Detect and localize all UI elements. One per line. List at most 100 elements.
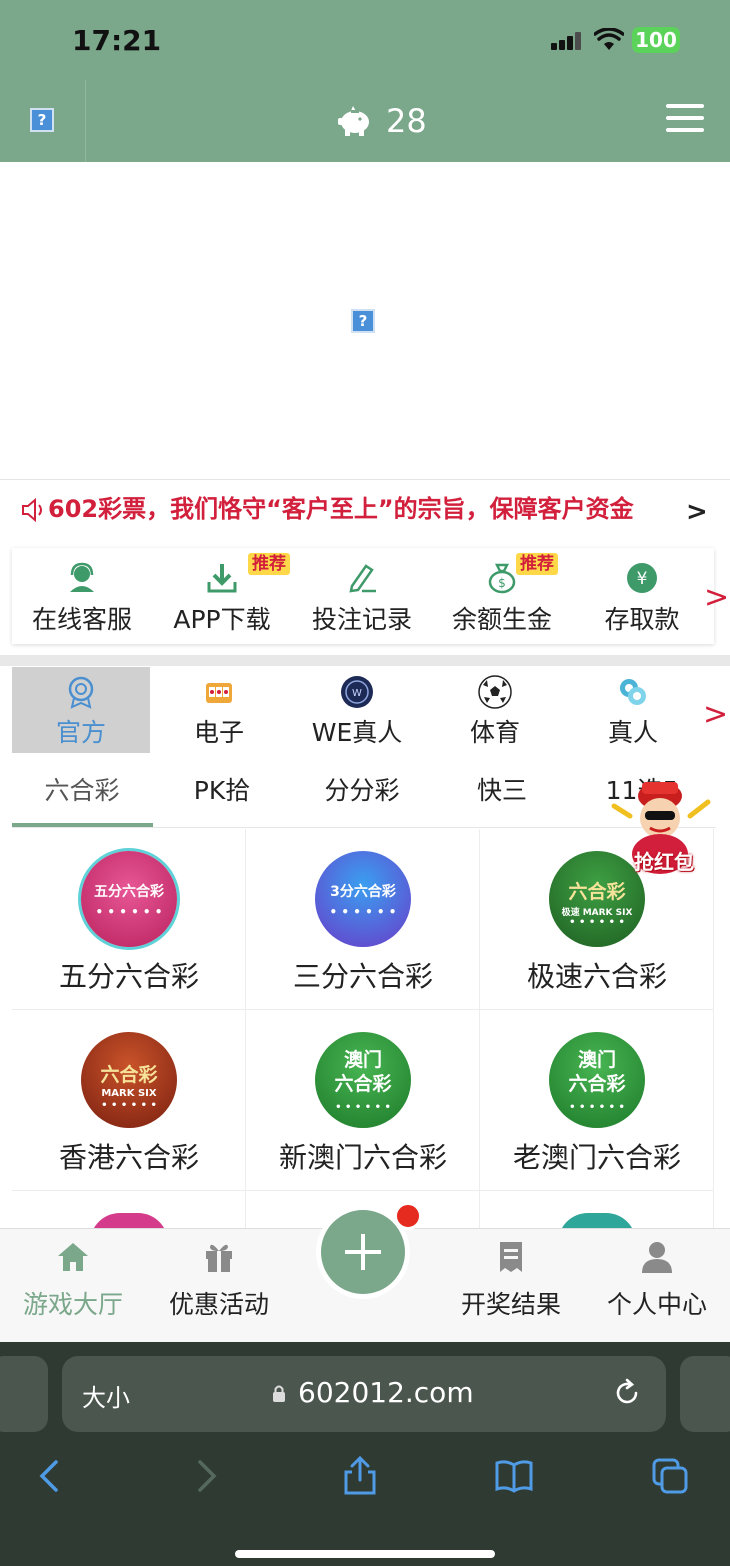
- category-label: 官方: [55, 718, 106, 747]
- game-logo: 六合彩 MARK SIX • • • • • •: [81, 1032, 177, 1128]
- quick-item-label: 余额生金: [451, 605, 552, 634]
- category-official[interactable]: 官方: [12, 667, 150, 753]
- header-count: 28: [386, 102, 427, 140]
- game-name: 香港六合彩: [58, 1141, 199, 1174]
- person-icon: [642, 1242, 672, 1273]
- subtab-pk10[interactable]: PK拾: [152, 754, 292, 828]
- chevron-right-icon[interactable]: >: [686, 497, 708, 527]
- game-name: 新澳门六合彩: [278, 1141, 447, 1174]
- broken-image-icon[interactable]: ?: [30, 108, 54, 132]
- notice-marquee[interactable]: 602彩票，我们恪守“客户至上”的宗旨，保障客户资金 >: [0, 481, 730, 539]
- signal-icon: [551, 32, 585, 50]
- notice-text: 602彩票，我们恪守“客户至上”的宗旨，保障客户资金: [48, 495, 634, 523]
- screen: 17:21 100 ? 28 ? 602彩票，我们恪守“客户至上”的宗旨，保障客…: [0, 0, 730, 1566]
- text-size-button[interactable]: 大小: [82, 1378, 130, 1413]
- tab-game-lobby[interactable]: 游戏大厅: [0, 1229, 146, 1343]
- category-live[interactable]: 真人: [564, 667, 702, 753]
- game-tile[interactable]: [480, 1191, 714, 1243]
- red-envelope-float[interactable]: 抢红包: [604, 776, 720, 888]
- quick-item-balance-interest[interactable]: $ 推荐 余额生金: [432, 548, 572, 644]
- category-label: 电子: [193, 718, 244, 747]
- quick-menu: 在线客服 推荐 APP下载 投注记录 $ 推荐 余额生金 ¥ 存取款: [12, 548, 714, 644]
- back-icon[interactable]: [30, 1456, 70, 1496]
- game-logo: 澳门 六合彩 • • • • • •: [549, 1032, 645, 1128]
- tab-label: 开奖结果: [460, 1290, 561, 1319]
- category-label: WE真人: [311, 718, 403, 747]
- quick-item-app-download[interactable]: 推荐 APP下载: [152, 548, 292, 644]
- header-balance[interactable]: 28: [336, 100, 427, 142]
- home-indicator: [235, 1550, 495, 1558]
- section-divider: [0, 655, 730, 666]
- speaker-icon: [22, 497, 42, 523]
- tab-label: 个人中心: [606, 1290, 707, 1319]
- category-label: 体育: [469, 718, 520, 747]
- quick-item-label: APP下载: [173, 605, 271, 634]
- tab-label: 游戏大厅: [22, 1290, 123, 1319]
- game-name: 三分六合彩: [292, 960, 433, 993]
- svg-text:W: W: [352, 688, 362, 699]
- header-divider: [85, 80, 86, 162]
- game-tile[interactable]: 3分六合彩 • • • • • • 三分六合彩: [246, 829, 480, 1010]
- game-tile[interactable]: 澳门 六合彩 • • • • • • 新澳门六合彩: [246, 1010, 480, 1191]
- we-logo-icon: W: [341, 676, 373, 708]
- forward-icon[interactable]: [186, 1456, 226, 1496]
- game-logo: 五分六合彩 • • • • • •: [81, 851, 177, 947]
- piggy-bank-icon: [338, 106, 369, 136]
- tabs-icon[interactable]: [650, 1456, 690, 1496]
- category-electronic[interactable]: 电子: [150, 667, 288, 753]
- category-sports[interactable]: 体育: [426, 667, 564, 753]
- share-icon[interactable]: [340, 1456, 380, 1496]
- quick-item-deposit-withdraw[interactable]: ¥ 存取款: [572, 548, 712, 644]
- chevron-right-icon[interactable]: >: [704, 580, 729, 615]
- battery-indicator: 100: [632, 27, 680, 53]
- bookmarks-icon[interactable]: [494, 1456, 534, 1496]
- tab-draw-results[interactable]: 开奖结果: [438, 1229, 584, 1343]
- game-name: 极速六合彩: [526, 960, 667, 993]
- active-tab-indicator: [12, 823, 153, 827]
- svg-text:$: $: [498, 576, 506, 590]
- tab-promotions[interactable]: 优惠活动: [146, 1229, 292, 1343]
- chips-icon: [620, 679, 646, 705]
- download-icon: [207, 564, 237, 593]
- reload-icon[interactable]: [612, 1378, 642, 1408]
- lock-icon: [273, 1385, 285, 1402]
- status-time: 17:21: [72, 24, 162, 57]
- tab-profile[interactable]: 个人中心: [584, 1229, 730, 1343]
- quick-item-customer-service[interactable]: 在线客服: [12, 548, 152, 644]
- quick-item-bet-records[interactable]: 投注记录: [292, 548, 432, 644]
- game-name: 老澳门六合彩: [512, 1141, 681, 1174]
- notification-dot: [394, 1202, 422, 1230]
- address-bar[interactable]: 大小 602012.com: [62, 1356, 666, 1432]
- chevron-right-icon[interactable]: >: [703, 697, 728, 732]
- category-we-live[interactable]: W WE真人: [288, 667, 426, 753]
- quick-item-label: 存取款: [604, 605, 680, 634]
- wifi-icon: [594, 28, 624, 50]
- game-tile[interactable]: [12, 1191, 246, 1243]
- app-header: 17:21 100 ? 28: [0, 0, 730, 162]
- subtab-fast-three[interactable]: 快三: [432, 754, 572, 828]
- url-text: 602012.com: [298, 1376, 474, 1409]
- slot-machine-icon: [206, 683, 232, 703]
- money-bag-icon: $: [488, 563, 516, 594]
- prev-tab-preview[interactable]: [0, 1356, 48, 1432]
- red-envelope-label: 抢红包: [634, 850, 694, 874]
- receipt-icon: [500, 1242, 522, 1272]
- next-tab-preview[interactable]: [680, 1356, 730, 1432]
- customer-service-icon: [70, 562, 94, 592]
- game-tile[interactable]: 六合彩 MARK SIX • • • • • • 香港六合彩: [12, 1010, 246, 1191]
- game-tile[interactable]: 五分六合彩 • • • • • • 五分六合彩: [12, 829, 246, 1010]
- home-icon: [58, 1243, 88, 1271]
- recommend-badge: 推荐: [248, 553, 290, 575]
- quick-item-label: 在线客服: [31, 605, 132, 634]
- banner-area[interactable]: ?: [0, 162, 730, 480]
- subtab-minute-lottery[interactable]: 分分彩: [292, 754, 432, 828]
- game-grid: 五分六合彩 • • • • • • 五分六合彩 3分六合彩 • • • • • …: [12, 829, 716, 1243]
- gift-icon: [206, 1244, 232, 1272]
- game-tile[interactable]: 澳门 六合彩 • • • • • • 老澳门六合彩: [480, 1010, 714, 1191]
- tab-label: 优惠活动: [168, 1290, 269, 1319]
- subtab-mark-six[interactable]: 六合彩: [12, 754, 152, 828]
- broken-image-icon: ?: [351, 309, 375, 333]
- browser-chrome: 大小 602012.com: [0, 1342, 730, 1566]
- quick-item-label: 投注记录: [311, 605, 412, 634]
- hamburger-menu-icon[interactable]: [666, 104, 704, 132]
